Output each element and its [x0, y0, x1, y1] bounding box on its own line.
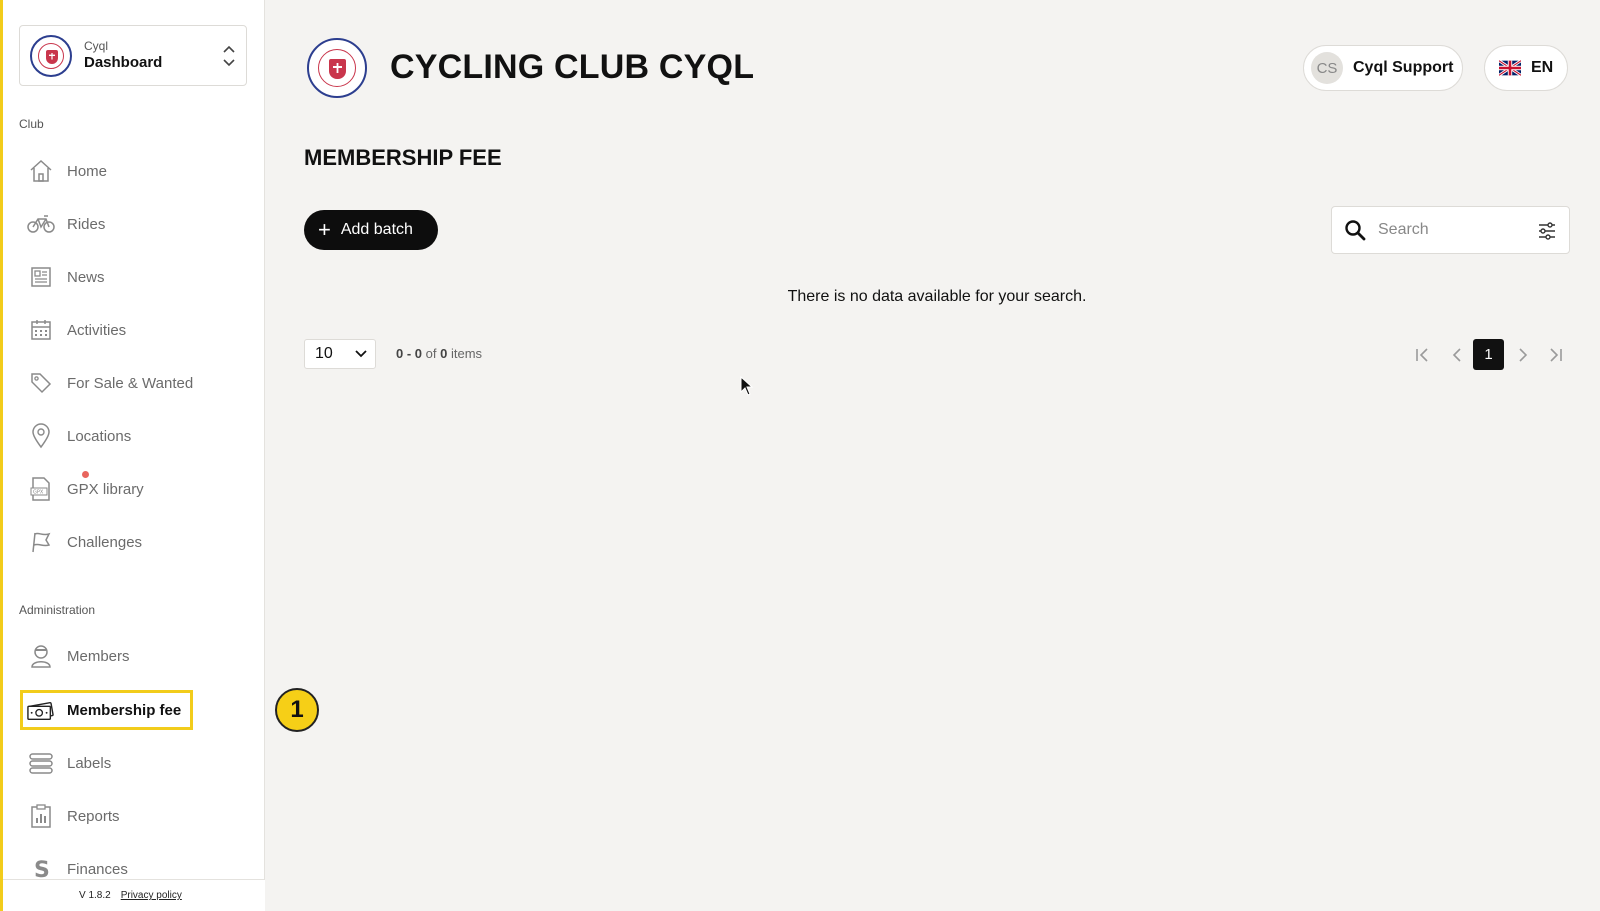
sidebar-item-for-sale-wanted[interactable]: For Sale & Wanted	[27, 363, 193, 403]
pagination-of: of	[425, 346, 437, 361]
club-switcher-view-name: Dashboard	[84, 53, 163, 71]
search-box	[1331, 206, 1570, 254]
language-selector[interactable]: EN	[1484, 45, 1568, 91]
user-menu-button[interactable]: CS Cyql Support	[1303, 45, 1463, 91]
language-code: EN	[1531, 59, 1554, 76]
sidebar-item-home[interactable]: Home	[27, 151, 107, 191]
sidebar-item-label: For Sale & Wanted	[67, 374, 194, 392]
notification-dot	[82, 471, 89, 478]
gpx-file-icon: GPX	[27, 475, 55, 503]
home-icon	[27, 157, 55, 185]
user-name: Cyql Support	[1353, 59, 1454, 76]
chevron-down-icon	[355, 350, 367, 358]
pagination-info: 0 - 0 of 0 items	[396, 346, 482, 361]
sidebar-item-label: Reports	[67, 807, 120, 825]
chevron-left-icon	[1452, 347, 1461, 362]
previous-page-button[interactable]	[1445, 339, 1469, 370]
pagination-total: 0	[440, 346, 448, 361]
sidebar-item-members[interactable]: Members	[27, 636, 130, 676]
sidebar-item-label: Challenges	[67, 533, 143, 551]
page-number-current[interactable]: 1	[1473, 339, 1504, 370]
mouse-cursor-icon	[740, 376, 754, 396]
empty-state-message: There is no data available for your sear…	[787, 288, 1087, 305]
sidebar-item-labels[interactable]: Labels	[27, 743, 111, 783]
map-pin-icon	[27, 422, 55, 450]
sidebar-item-membership-fee[interactable]: Membership fee	[20, 690, 194, 730]
sidebar-item-challenges[interactable]: Challenges	[27, 522, 142, 562]
sidebar-item-label: GPX library	[67, 480, 144, 498]
sidebar-item-label: Rides	[67, 215, 106, 233]
sidebar-item-gpx-library[interactable]: GPX GPX library	[27, 469, 144, 509]
sidebar-item-reports[interactable]: Reports	[27, 796, 120, 836]
sidebar-item-news[interactable]: News	[27, 257, 105, 297]
uk-flag-icon	[1499, 60, 1521, 76]
search-icon	[1345, 220, 1366, 241]
svg-text:GPX: GPX	[33, 490, 44, 496]
pagination-range: 0 - 0	[396, 346, 423, 361]
next-page-button[interactable]	[1511, 339, 1535, 370]
sidebar-item-label: Activities	[67, 321, 127, 339]
sidebar-item-label: Members	[67, 647, 130, 665]
last-page-icon	[1550, 347, 1562, 362]
page-title: MEMBERSHIP FEE	[304, 145, 502, 170]
first-page-icon	[1416, 347, 1428, 362]
search-input[interactable]	[1378, 221, 1523, 239]
section-label-administration: Administration	[19, 603, 96, 617]
report-icon	[27, 802, 55, 830]
sidebar-item-activities[interactable]: Activities	[27, 310, 126, 350]
flag-icon	[27, 528, 55, 556]
club-switcher[interactable]: Cyql Dashboard	[19, 25, 247, 86]
avatar: CS	[1311, 52, 1343, 84]
add-batch-label: Add batch	[340, 221, 413, 238]
pagination-items-word: items	[450, 346, 483, 361]
sidebar-footer: V 1.8.2 Privacy policy	[3, 879, 265, 911]
chevron-up-down-icon	[223, 45, 235, 67]
page-size-select[interactable]: 10	[304, 339, 376, 369]
last-page-button[interactable]	[1543, 339, 1567, 370]
club-title: CYCLING CLUB CYQL	[390, 48, 755, 86]
page-size-value: 10	[315, 345, 333, 362]
sidebar-item-locations[interactable]: Locations	[27, 416, 131, 456]
step-annotation-badge: 1	[275, 688, 319, 732]
money-icon	[27, 696, 55, 724]
member-icon	[27, 642, 55, 670]
privacy-policy-link[interactable]: Privacy policy	[121, 890, 182, 901]
tag-icon	[27, 369, 55, 397]
sidebar-item-label: Home	[67, 162, 108, 180]
sidebar-item-label: Finances	[67, 860, 128, 878]
add-batch-button[interactable]: + Add batch	[304, 210, 438, 250]
club-logo	[30, 34, 72, 77]
club-logo-large	[307, 38, 367, 98]
sidebar-item-label: Membership fee	[67, 701, 182, 719]
plus-icon: +	[318, 217, 331, 242]
sidebar-item-label: News	[67, 268, 105, 286]
sidebar-item-label: Labels	[67, 754, 112, 772]
first-page-button[interactable]	[1411, 339, 1435, 370]
section-label-club: Club	[19, 117, 44, 131]
bicycle-icon	[27, 210, 55, 238]
club-switcher-club-name: Cyql	[84, 38, 109, 53]
svg-text:S: S	[34, 858, 50, 881]
sidebar-item-label: Locations	[67, 427, 132, 445]
newspaper-icon	[27, 263, 55, 291]
app-version: V 1.8.2	[79, 890, 111, 901]
chevron-right-icon	[1519, 347, 1528, 362]
labels-icon	[27, 749, 55, 777]
filter-sliders-icon[interactable]	[1537, 221, 1557, 241]
sidebar: Cyql Dashboard Club Home Rides News Acti…	[3, 0, 265, 911]
sidebar-item-rides[interactable]: Rides	[27, 204, 105, 244]
calendar-icon	[27, 316, 55, 344]
